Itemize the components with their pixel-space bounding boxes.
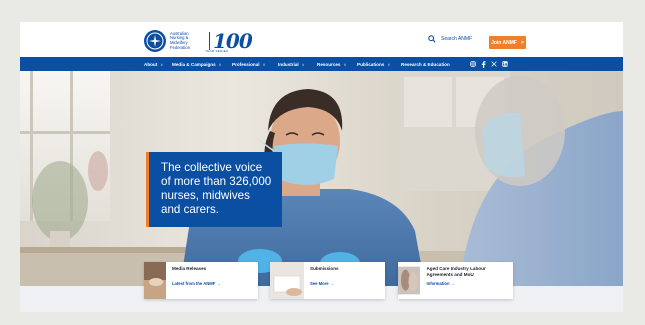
card-body: Media Releases Latest from the ANMF → [166,262,227,299]
card-submissions[interactable]: Submissions See More → [270,262,385,299]
card-link[interactable]: See More → [310,281,339,286]
chevron-down-icon: ∨ [160,61,164,67]
chevron-down-icon: ∨ [301,61,305,67]
join-label: Join ANMF [491,39,517,46]
card-media-releases[interactable]: Media Releases Latest from the ANMF → [144,262,258,299]
nav-item-media-campaigns[interactable]: Media & Campaigns ∨ [172,57,222,71]
search-label: Search ANMF [441,36,473,42]
logo-line-4: Federation [170,44,191,50]
centenary-subtitle: YEAR SERIES [205,49,229,53]
chevron-down-icon: ∨ [343,61,347,67]
nav-item-about[interactable]: About ∨ [144,57,163,71]
search-link[interactable]: Search ANMF [428,35,472,43]
nav-label: Industrial [278,61,299,67]
main-navigation: About ∨ Media & Campaigns ∨ Professional… [20,57,623,71]
nav-label: Media & Campaigns [172,61,216,67]
nav-item-publications[interactable]: Publications ∨ [357,57,390,71]
card-image [398,266,421,295]
hero-photo [20,71,623,286]
hero-banner: The collective voice of more than 326,00… [20,71,623,286]
facebook-icon[interactable] [481,60,486,68]
card-title: Aged Care Industry Labour Agreements and… [426,266,486,277]
nav-item-professional[interactable]: Professional ∨ [232,57,266,71]
card-body: Submissions See More → [304,262,345,299]
chevron-right-icon: > [521,39,524,46]
anmf-logo[interactable]: Australian Nursing & Midwifery Federatio… [144,29,253,53]
card-link[interactable]: Information → [426,281,507,286]
search-icon [428,35,436,43]
chevron-down-icon: ∨ [262,61,266,67]
card-aged-care-agreements[interactable]: Aged Care Industry Labour Agreements and… [398,262,513,299]
nav-label: Professional [232,61,260,67]
chevron-down-icon: ∨ [387,61,391,67]
card-title: Media Releases [172,266,207,271]
logo-wordmark: Australian Nursing & Midwifery Federatio… [170,31,206,50]
anmf-emblem-icon [144,30,166,52]
card-image [270,262,304,299]
nav-label: Resources [317,61,341,67]
x-icon[interactable] [491,61,497,67]
card-body: Aged Care Industry Labour Agreements and… [420,262,513,299]
social-links [470,57,508,71]
card-title: Submissions [310,266,339,271]
card-image [144,262,166,299]
hero-tagline: The collective voice of more than 326,00… [146,152,282,227]
nav-label: Research & Education [401,61,450,67]
join-button[interactable]: Join ANMF > [489,36,526,49]
logo-divider [209,32,210,50]
site-header: Australian Nursing & Midwifery Federatio… [20,22,623,57]
nav-item-industrial[interactable]: Industrial ∨ [278,57,305,71]
nav-label: Publications [357,61,385,67]
linkedin-icon[interactable] [502,61,508,67]
chevron-down-icon: ∨ [218,61,222,67]
nav-item-resources[interactable]: Resources ∨ [317,57,346,71]
nav-item-research-education[interactable]: Research & Education [401,57,450,71]
card-link[interactable]: Latest from the ANMF → [172,281,221,286]
page-frame: Australian Nursing & Midwifery Federatio… [20,22,623,312]
nav-label: About [144,61,158,67]
instagram-icon[interactable] [470,61,476,67]
